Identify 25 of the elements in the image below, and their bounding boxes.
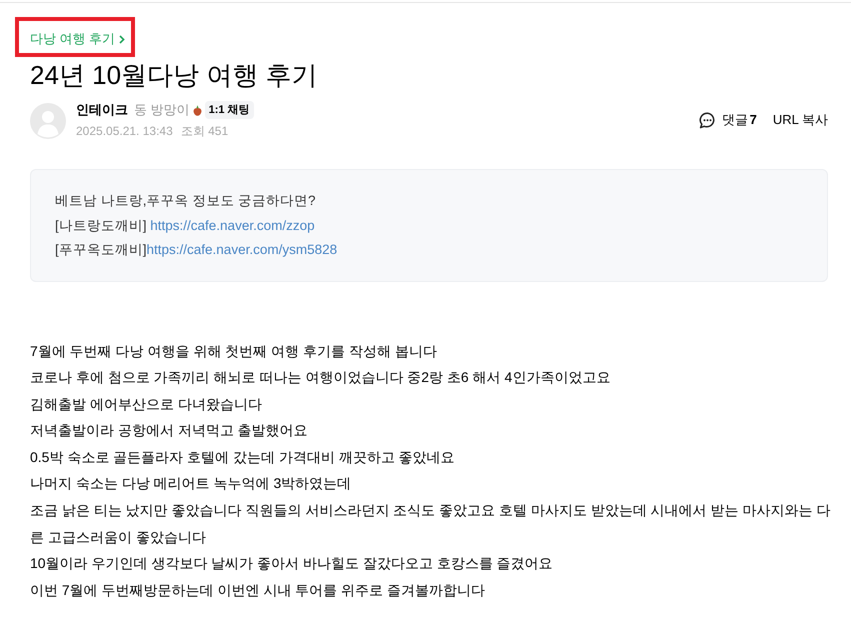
cafe-link[interactable]: https://cafe.naver.com/ysm5828	[146, 242, 338, 257]
body-text: 0.5박 숙소로 골든플라자 호텔에 갔는데 가격대비 깨끗하고 좋았네요	[30, 448, 456, 467]
body-text: 10월이라 우기인데 생각보다 날씨가 좋아서 바나힐도 잘갔다오고 호캉스를 즐겼어요	[30, 554, 554, 574]
body-text: 김해출발 에어부산으로 다녀왔습니다	[30, 394, 263, 414]
body-text: 7월에 두번째 다낭 여행을 위해 첫번째 여행 후기를 작성해 봅니다	[30, 342, 438, 360]
notice-text: [푸꾸옥도깨비]https://cafe.naver.com/ysm5828	[55, 241, 338, 259]
member-rank: 동 방망이	[134, 101, 190, 119]
strawberry-icon	[192, 104, 202, 116]
chat-button[interactable]: 1:1 채팅	[204, 101, 254, 119]
body-text: 저녁출발이라 공항에서 저녁먹고 출발했어요	[30, 421, 309, 440]
notice-text: 베트남 나트랑,푸꾸옥 정보도 궁금하다면?	[55, 192, 317, 210]
body-text: 나머지 숙소는 다낭 메리어트 녹누억에 3박하였는데	[30, 474, 352, 494]
comments-button[interactable]: 댓글 7	[699, 111, 757, 129]
post-title: 24년 10월다낭 여행 후기	[30, 59, 319, 92]
body-text: 조금 낡은 티는 났지만 좋았습니다 직원들의 서비스라던지 조식도 좋았고요 호텔 마사지도 받았는데 시내에서 받는 마사지와는 다른 고급스러움이 좋았습니다	[30, 501, 832, 547]
notice-text: [나트랑도깨비] https://cafe.naver.com/zzop	[55, 216, 316, 235]
post-date: 2025.05.21. 13:43	[76, 124, 173, 138]
copy-url-button[interactable]: URL 복사	[772, 111, 828, 129]
body-text: 이번 7월에 두번째방문하는데 이번엔 시내 투어를 위주로 즐겨볼까합니다	[30, 580, 486, 600]
view-count: 조회 451	[180, 122, 228, 140]
chevron-right-icon	[119, 34, 126, 44]
cafe-link[interactable]: https://cafe.naver.com/zzop	[150, 218, 315, 232]
author-name[interactable]: 인테이크	[76, 101, 128, 119]
speech-bubble-icon	[699, 112, 716, 128]
body-text: 코로나 후에 첨으로 가족끼리 해뇌로 떠나는 여행이었습니다 중2랑 초6 해서 4인가족이었고요	[30, 368, 612, 388]
